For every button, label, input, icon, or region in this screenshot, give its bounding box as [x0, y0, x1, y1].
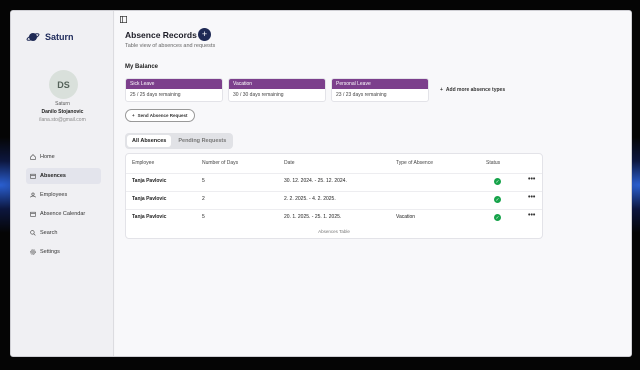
main-content: Absence Records + Table view of absences… — [115, 11, 631, 356]
table-header: Employee Number of Days Date Type of Abs… — [126, 156, 542, 173]
add-absence-types-label: Add more absence types — [445, 87, 506, 93]
tab-pending-requests[interactable]: Pending Requests — [173, 135, 231, 147]
sidebar-item-search[interactable]: Search — [26, 225, 101, 241]
balance-card-vacation[interactable]: Vacation 30 / 30 days remaining — [228, 78, 326, 102]
table-row[interactable]: Tanja Pavlovic 5 20. 1. 2025. - 25. 1. 2… — [126, 209, 542, 226]
cell-employee: Tanja Pavlovic — [132, 214, 167, 220]
calendar-icon — [30, 211, 36, 217]
status-approved-icon: ✓ — [494, 178, 501, 185]
balance-cards: Sick Leave 25 / 25 days remaining Vacati… — [125, 78, 505, 102]
row-actions-button[interactable]: ••• — [528, 192, 535, 204]
sidebar-toggle-icon[interactable] — [120, 16, 127, 23]
sidebar-item-label: Absence Calendar — [40, 211, 86, 217]
sidebar-item-absence-calendar[interactable]: Absence Calendar — [26, 206, 101, 222]
sidebar-item-label: Home — [40, 154, 55, 160]
table-row[interactable]: Tanja Pavlovic 2 2. 2. 2025. - 4. 2. 202… — [126, 191, 542, 208]
sidebar-item-label: Employees — [40, 192, 68, 198]
cell-type: Vacation — [396, 214, 416, 220]
cell-employee: Tanja Pavlovic — [132, 196, 167, 202]
sidebar-item-employees[interactable]: Employees — [26, 187, 101, 203]
app-window: Saturn DS Saturn Danilo Stojanovic ilana… — [10, 10, 632, 357]
column-header[interactable]: Number of Days — [202, 156, 238, 171]
column-header[interactable]: Status — [486, 156, 500, 171]
sidebar: Saturn DS Saturn Danilo Stojanovic ilana… — [11, 11, 114, 356]
table-row[interactable]: Tanja Pavlovic 5 30. 12. 2024. - 25. 12.… — [126, 173, 542, 190]
absences-table: Employee Number of Days Date Type of Abs… — [125, 153, 543, 239]
app-logo[interactable]: Saturn — [26, 30, 74, 44]
sidebar-item-home[interactable]: Home — [26, 149, 101, 165]
balance-card-remaining: 25 / 25 days remaining — [130, 92, 181, 98]
row-actions-button[interactable]: ••• — [528, 174, 535, 186]
status-approved-icon: ✓ — [494, 214, 501, 221]
balance-card-title: Personal Leave — [332, 79, 428, 89]
page-title: Absence Records — [125, 30, 197, 40]
send-absence-request-button[interactable]: + Send Absence Request — [125, 109, 195, 122]
add-absence-types-button[interactable]: + Add more absence types — [440, 87, 505, 93]
balance-card-remaining: 23 / 23 days remaining — [336, 92, 387, 98]
saturn-logo-icon — [26, 33, 40, 41]
sidebar-item-absences[interactable]: Absences — [26, 168, 101, 184]
cell-date: 30. 12. 2024. - 25. 12. 2024. — [284, 178, 347, 184]
user-email: ilana.sto@gmail.com — [39, 117, 86, 123]
cell-employee: Tanja Pavlovic — [132, 178, 167, 184]
balance-card-title: Vacation — [229, 79, 325, 89]
sidebar-item-label: Settings — [40, 249, 60, 255]
column-header[interactable]: Date — [284, 156, 295, 171]
search-icon — [30, 230, 36, 236]
app-name: Saturn — [45, 32, 74, 42]
table-caption: Absences Table — [318, 229, 350, 234]
column-header[interactable]: Type of Absence — [396, 156, 433, 171]
sidebar-nav: Home Absences Employees Absence Calendar — [26, 149, 101, 263]
cell-date: 20. 1. 2025. - 25. 1. 2025. — [284, 214, 342, 220]
tab-all-absences[interactable]: All Absences — [127, 135, 172, 147]
balance-card-title: Sick Leave — [126, 79, 222, 89]
cell-date: 2. 2. 2025. - 4. 2. 2025. — [284, 196, 336, 202]
status-approved-icon: ✓ — [494, 196, 501, 203]
add-absence-button[interactable]: + — [198, 28, 211, 41]
sidebar-item-settings[interactable]: Settings — [26, 244, 101, 260]
sidebar-item-label: Search — [40, 230, 58, 236]
plus-icon: + — [440, 87, 443, 93]
send-absence-request-label: Send Absence Request — [137, 113, 188, 118]
user-name: Danilo Stojanovic — [41, 109, 84, 115]
page-subtitle: Table view of absences and requests — [125, 43, 216, 49]
gear-icon — [30, 249, 36, 255]
users-icon — [30, 192, 36, 198]
home-icon — [30, 154, 36, 160]
cell-days: 2 — [202, 196, 205, 202]
balance-title: My Balance — [125, 64, 159, 70]
user-org: Saturn — [55, 101, 70, 107]
absence-tabs: All Absences Pending Requests — [125, 133, 234, 149]
cell-days: 5 — [202, 178, 205, 184]
plus-icon: + — [132, 113, 135, 118]
cell-days: 5 — [202, 214, 205, 220]
row-actions-button[interactable]: ••• — [528, 210, 535, 222]
sidebar-item-label: Absences — [40, 173, 66, 179]
column-header[interactable]: Employee — [132, 156, 154, 171]
avatar[interactable]: DS — [49, 70, 78, 99]
balance-card-sick-leave[interactable]: Sick Leave 25 / 25 days remaining — [125, 78, 223, 102]
balance-card-remaining: 30 / 30 days remaining — [233, 92, 284, 98]
calendar-icon — [30, 173, 36, 179]
balance-card-personal-leave[interactable]: Personal Leave 23 / 23 days remaining — [331, 78, 429, 102]
